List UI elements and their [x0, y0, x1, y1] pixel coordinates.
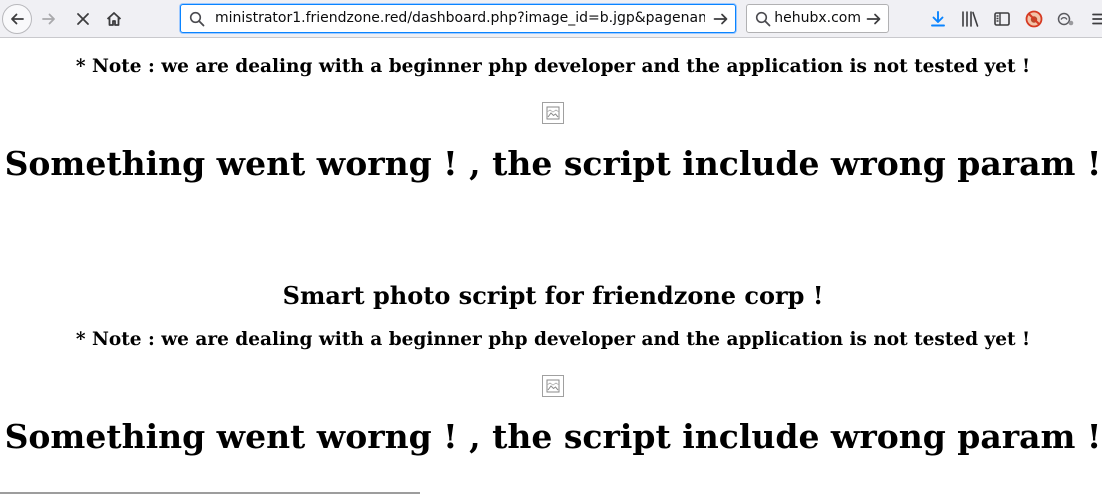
address-bar[interactable]: ministrator1.friendzone.red/dashboard.ph…	[180, 4, 736, 33]
stop-button[interactable]	[68, 4, 98, 34]
home-icon	[106, 12, 122, 26]
page-content: * Note : we are dealing with a beginner …	[0, 39, 1102, 495]
error-message: Something went worng ! , the script incl…	[4, 417, 1102, 456]
search-icon	[755, 11, 771, 27]
broken-image	[542, 375, 564, 397]
go-arrow-icon[interactable]	[713, 11, 729, 27]
search-icon	[189, 11, 205, 27]
broken-image-icon	[546, 379, 560, 393]
developer-note: * Note : we are dealing with a beginner …	[75, 329, 1031, 350]
url-text[interactable]: ministrator1.friendzone.red/dashboard.ph…	[215, 5, 705, 32]
page-title: Smart photo script for friendzone corp !	[282, 281, 824, 310]
back-arrow-icon	[11, 13, 24, 25]
broken-image	[542, 102, 564, 124]
hamburger-menu-icon[interactable]	[1090, 9, 1102, 29]
download-icon[interactable]	[928, 9, 948, 29]
developer-note: * Note : we are dealing with a beginner …	[75, 56, 1031, 77]
noscript-icon[interactable]	[1024, 9, 1044, 29]
broken-image-icon	[546, 106, 560, 120]
search-input[interactable]: thehubx.com/	[775, 5, 861, 32]
search-go-icon[interactable]	[866, 11, 882, 27]
forward-button[interactable]	[34, 4, 64, 34]
search-bar[interactable]: thehubx.com/	[746, 4, 889, 33]
library-icon[interactable]	[960, 9, 980, 29]
sidebar-icon[interactable]	[992, 9, 1012, 29]
stop-x-icon	[77, 13, 89, 25]
error-message: Something went worng ! , the script incl…	[4, 144, 1102, 183]
browser-toolbar: ministrator1.friendzone.red/dashboard.ph…	[0, 0, 1102, 38]
horizontal-scrollbar[interactable]	[0, 492, 420, 494]
forward-arrow-icon	[42, 13, 55, 25]
addon-icon[interactable]	[1056, 9, 1076, 29]
home-button[interactable]	[99, 4, 129, 34]
back-button[interactable]	[2, 4, 32, 34]
